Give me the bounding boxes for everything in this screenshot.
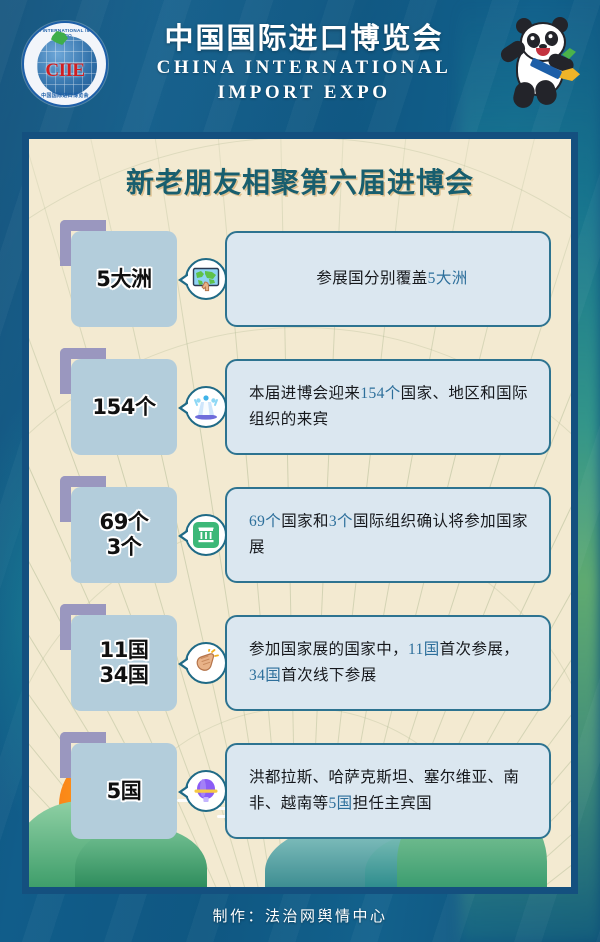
highlighted-number: 69个 [249, 513, 282, 531]
icon-bubble [178, 770, 227, 812]
stat-value-line: 34国 [99, 663, 149, 687]
stat-box: 154个 [71, 359, 177, 455]
header-title-group: 中国国际进口博览会 CHINA INTERNATIONAL IMPORT EXP… [108, 23, 500, 105]
stat-box-wrapper: 69个 3个 [60, 476, 177, 583]
description-segment: 首次参展， [439, 641, 520, 659]
stat-value: 5国 [107, 779, 142, 804]
header-title-en-line2: IMPORT EXPO [217, 81, 391, 103]
highlighted-number: 3个 [328, 513, 353, 531]
description-bubble: 本届进博会迎来154个国家、地区和国际组织的来宾 [225, 359, 551, 455]
hot-air-balloon-icon [192, 777, 220, 805]
stat-row: 69个 3个 69个国家和3个国际组织确认将参加国家展 [49, 476, 551, 591]
description-bubble: 69个国家和3个国际组织确认将参加国家展 [225, 487, 551, 583]
stat-box-wrapper: 154个 [60, 348, 177, 455]
stat-value-line: 5大洲 [96, 266, 152, 291]
stat-value-line: 3个 [106, 535, 142, 559]
description-segment: 参展国分别覆盖 [316, 270, 428, 288]
card-inner: 新老朋友相聚第六届进博会 5大洲 参展国分别覆盖5大洲 154个 本届进博会迎来1… [29, 139, 571, 887]
stat-value: 5大洲 [96, 266, 152, 292]
highlighted-number: 11国 [408, 641, 440, 659]
stat-box-wrapper: 5国 [60, 732, 177, 839]
ciie-logo-acronym: CIIE [45, 60, 85, 81]
stat-row: 154个 本届进博会迎来154个国家、地区和国际组织的来宾 [49, 348, 551, 463]
exhibition-hall-icon [192, 521, 220, 549]
description-segment: 本届进博会迎来 [249, 385, 361, 403]
stat-box: 5大洲 [71, 231, 177, 327]
world-map-icon [192, 265, 220, 293]
icon-bubble [178, 386, 227, 428]
highlighted-number: 5大洲 [427, 270, 468, 288]
stat-box: 69个 3个 [71, 487, 177, 583]
description-text: 本届进博会迎来154个国家、地区和国际组织的来宾 [249, 381, 535, 432]
panda-mascot-icon [498, 16, 586, 112]
highlighted-number: 34国 [249, 667, 282, 684]
highlighted-number: 5国 [328, 795, 353, 812]
description-bubble: 参展国分别覆盖5大洲 [225, 231, 551, 327]
description-text: 69个国家和3个国际组织确认将参加国家展 [249, 509, 535, 560]
description-text: 参展国分别覆盖5大洲 [249, 266, 535, 292]
stat-row: 5大洲 参展国分别覆盖5大洲 [49, 220, 551, 335]
stat-box: 11国 34国 [71, 615, 177, 711]
clapping-hands-icon [192, 648, 220, 677]
stat-row: 5国 洪都拉斯、哈萨克斯坦、塞尔维亚、南非、越南等5国担任主宾国 [49, 732, 551, 847]
header-title-en-line1: CHINA INTERNATIONAL [156, 57, 452, 79]
stat-row-list: 5大洲 参展国分别覆盖5大洲 154个 本届进博会迎来154个国家、地区和国际组织… [49, 220, 551, 847]
stat-box-wrapper: 11国 34国 [60, 604, 177, 711]
stat-box: 5国 [71, 743, 177, 839]
description-text: 参加国家展的国家中，11国首次参展， 34国首次线下参展 [249, 637, 535, 688]
infographic-page: CHINA INTERNATIONAL IMPORT EXPO CIIE 中国国… [0, 0, 600, 942]
stat-value: 69个 3个 [99, 510, 148, 560]
description-text: 洪都拉斯、哈萨克斯坦、塞尔维亚、南非、越南等5国担任主宾国 [249, 765, 535, 816]
ciie-logo: CHINA INTERNATIONAL IMPORT EXPO CIIE 中国国… [22, 21, 108, 107]
stat-value: 11国 34国 [99, 638, 148, 688]
description-segment: 国家和 [281, 513, 329, 531]
description-segment: 担任主宾国 [352, 795, 433, 812]
stat-value-line: 11国 [99, 638, 149, 663]
stat-value-line: 69个 [99, 510, 149, 535]
icon-bubble [178, 514, 227, 556]
stat-box-wrapper: 5大洲 [60, 220, 177, 327]
highlighted-number: 154个 [360, 385, 401, 403]
stat-value-line: 154个 [92, 394, 156, 419]
people-celebrate-icon [192, 393, 220, 421]
page-title: 新老朋友相聚第六届进博会 [125, 168, 474, 199]
header-title-cn: 中国国际进口博览会 [164, 23, 444, 56]
stat-row: 11国 34国 参加国家展的国家中，11国首次参展，34国首次线下参展 [49, 604, 551, 719]
description-bubble: 洪都拉斯、哈萨克斯坦、塞尔维亚、南非、越南等5国担任主宾国 [225, 743, 551, 839]
icon-bubble [178, 258, 227, 300]
footer-credit: 制作：法治网舆情中心 [212, 909, 388, 925]
stat-value-line: 5国 [106, 778, 142, 803]
stat-value: 154个 [92, 394, 156, 420]
description-segment: 参加国家展的国家中， [249, 641, 409, 659]
description-bubble: 参加国家展的国家中，11国首次参展， 34国首次线下参展 [225, 615, 551, 711]
content-card: 新老朋友相聚第六届进博会 5大洲 参展国分别覆盖5大洲 154个 本届进博会迎来1… [22, 132, 578, 894]
ciie-logo-ring-bottom-text: 中国国际进口博览会 [41, 93, 89, 99]
description-segment: 首次线下参展 [281, 667, 377, 684]
header-banner: CHINA INTERNATIONAL IMPORT EXPO CIIE 中国国… [0, 0, 600, 128]
icon-bubble [178, 642, 227, 684]
